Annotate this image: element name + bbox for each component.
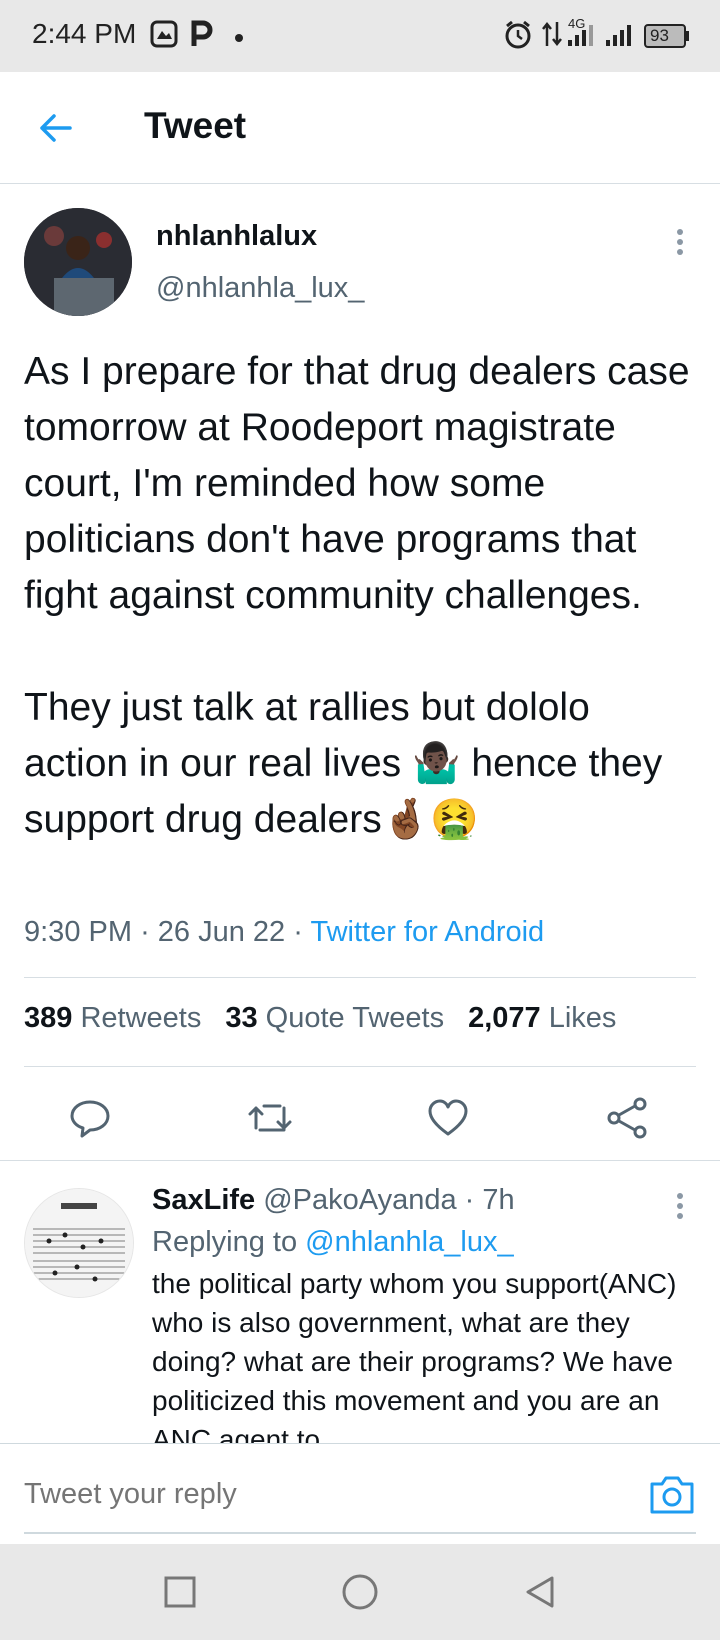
- data-arrows-icon: [540, 20, 564, 53]
- retweet-button[interactable]: [246, 1094, 294, 1142]
- app-bar: [0, 72, 720, 184]
- reply-header: SaxLife @PakoAyanda · 7h: [152, 1184, 515, 1217]
- triangle-back-icon: [526, 1576, 554, 1608]
- reply-separator: ·: [464, 1184, 475, 1216]
- replying-to-mention[interactable]: @nhlanhla_lux_: [305, 1226, 513, 1258]
- reply-author-handle[interactable]: @PakoAyanda: [263, 1184, 456, 1216]
- share-button[interactable]: [604, 1094, 652, 1142]
- camera-icon: [650, 1476, 694, 1514]
- replying-to: Replying to @nhlanhla_lux_: [152, 1226, 514, 1258]
- reply-more-options-button[interactable]: [668, 1186, 692, 1226]
- divider: [24, 1066, 696, 1067]
- reply-avatar[interactable]: [24, 1188, 134, 1298]
- dot-icon: [234, 30, 244, 48]
- author-handle[interactable]: @nhlanhla_lux_: [156, 272, 364, 305]
- author-name[interactable]: nhlanhlalux: [156, 220, 317, 253]
- back-nav-button[interactable]: [520, 1572, 560, 1612]
- tweet-meta: 9:30 PM · 26 Jun 22 · Twitter for Androi…: [24, 916, 544, 949]
- tweet-time: 9:30 PM: [24, 916, 132, 948]
- reply-item[interactable]: SaxLife @PakoAyanda · 7h Replying to @nh…: [0, 1160, 720, 1443]
- tweet-text: As I prepare for that drug dealers case …: [24, 350, 690, 841]
- signal-icon: [604, 20, 636, 53]
- battery-level: 93: [650, 26, 669, 45]
- divider: [24, 977, 696, 978]
- retweet-icon: [248, 1104, 292, 1132]
- camera-button[interactable]: [648, 1472, 696, 1516]
- home-button[interactable]: [340, 1572, 380, 1612]
- back-arrow-icon: [40, 114, 72, 142]
- circle-icon: [342, 1574, 378, 1610]
- like-button[interactable]: [424, 1094, 472, 1142]
- avatar[interactable]: [24, 208, 132, 316]
- reply-button[interactable]: [66, 1094, 114, 1142]
- input-underline: [24, 1532, 696, 1534]
- status-time: 2:44 PM: [32, 18, 137, 49]
- reply-input[interactable]: [24, 1478, 584, 1511]
- reply-age: 7h: [482, 1184, 515, 1216]
- more-vertical-icon: [677, 1193, 683, 1219]
- heart-icon: [428, 1099, 468, 1136]
- parking-icon: [190, 20, 214, 53]
- page-title: Tweet: [144, 105, 247, 146]
- reply-text: the political party whom you support(ANC…: [152, 1268, 677, 1443]
- tweet-source-link[interactable]: Twitter for Android: [310, 916, 544, 948]
- likes-stat[interactable]: 2,077 Likes: [468, 1002, 616, 1035]
- tweet-date: 26 Jun 22: [157, 916, 286, 948]
- square-icon: [164, 1576, 196, 1608]
- signal-icon: [566, 20, 598, 53]
- alarm-icon: [504, 20, 532, 55]
- reply-icon: [70, 1100, 110, 1138]
- tweet-stats: 389 Retweets 33 Quote Tweets 2,077 Likes: [24, 1002, 616, 1035]
- more-vertical-icon: [677, 229, 683, 255]
- share-icon: [607, 1097, 647, 1139]
- recents-button[interactable]: [160, 1572, 200, 1612]
- meta-separator: ·: [140, 916, 150, 948]
- more-options-button[interactable]: [668, 222, 692, 262]
- reply-author-name[interactable]: SaxLife: [152, 1184, 255, 1216]
- photo-icon: [150, 20, 178, 53]
- back-button[interactable]: [36, 108, 76, 148]
- meta-separator: ·: [293, 916, 303, 948]
- quote-tweets-stat[interactable]: 33 Quote Tweets: [225, 1002, 444, 1035]
- retweets-stat[interactable]: 389 Retweets: [24, 1002, 201, 1035]
